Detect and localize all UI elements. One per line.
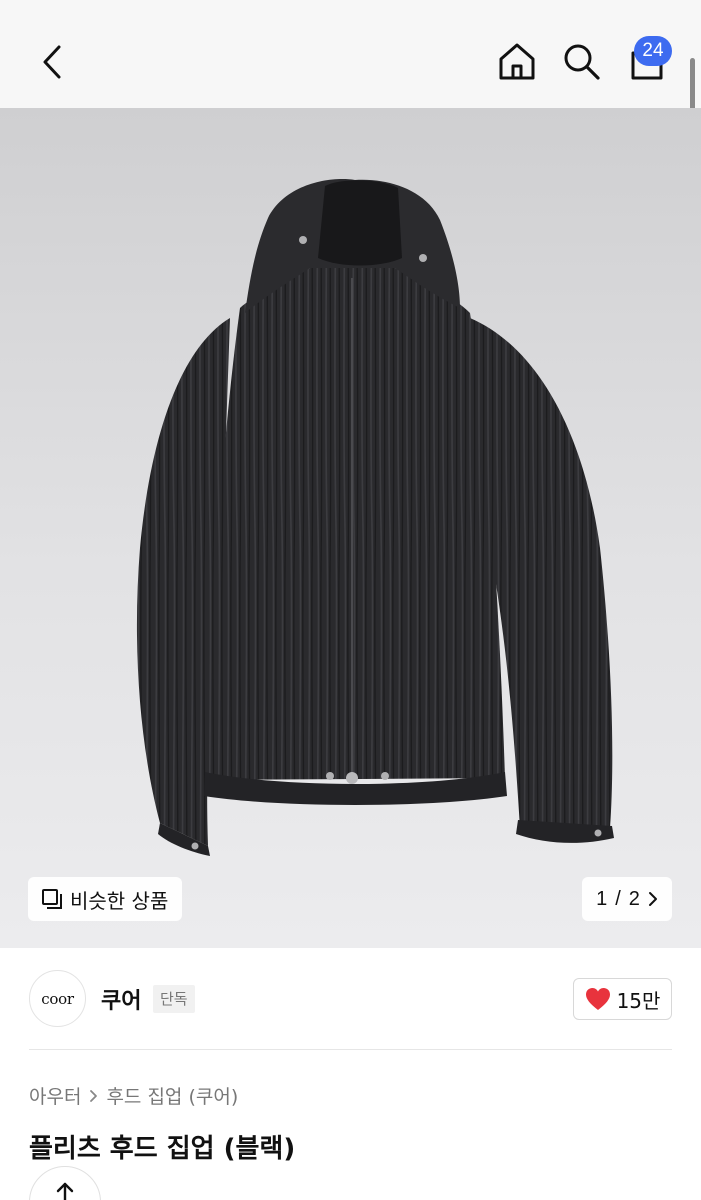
top-nav-bar: 24 xyxy=(0,0,701,108)
similar-items-icon xyxy=(42,889,62,909)
brand-logo-text: coor xyxy=(41,989,74,1008)
breadcrumb-category[interactable]: 아우터 xyxy=(29,1082,81,1109)
home-button[interactable] xyxy=(494,38,540,84)
chevron-right-icon xyxy=(648,892,657,906)
pager-total: 2 xyxy=(628,887,640,910)
pager-separator: / xyxy=(615,887,621,910)
product-title: 플리츠 후드 집업 (블랙) xyxy=(29,1134,296,1164)
search-button[interactable] xyxy=(558,38,604,84)
brand-row: coor 쿠어 단독 15만 xyxy=(0,948,701,1048)
like-count: 15만 xyxy=(616,988,661,1013)
pager-current: 1 xyxy=(596,887,608,910)
home-icon xyxy=(499,43,535,80)
heart-icon xyxy=(585,988,610,1010)
search-icon xyxy=(564,44,600,80)
image-pager[interactable]: 1 / 2 xyxy=(582,877,672,921)
brand-name[interactable]: 쿠어 xyxy=(101,983,141,1015)
similar-products-label: 비슷한 상품 xyxy=(70,888,169,913)
chevron-right-icon xyxy=(90,1089,98,1102)
like-button[interactable]: 15만 xyxy=(573,978,672,1020)
brand-logo[interactable]: coor xyxy=(29,970,86,1027)
section-divider xyxy=(29,1049,672,1050)
breadcrumb-subcategory[interactable]: 후드 집업 (쿠어) xyxy=(106,1082,238,1109)
breadcrumb: 아우터 후드 집업 (쿠어) xyxy=(29,1082,238,1109)
chevron-left-icon xyxy=(43,45,61,79)
exclusive-badge: 단독 xyxy=(153,985,195,1013)
similar-products-button[interactable]: 비슷한 상품 xyxy=(28,877,183,921)
share-button[interactable] xyxy=(29,1166,101,1200)
share-icon xyxy=(56,1182,74,1200)
cart-count-badge: 24 xyxy=(634,36,672,66)
product-image xyxy=(136,179,614,856)
back-button[interactable] xyxy=(32,40,72,84)
product-image-gallery[interactable]: 비슷한 상품 1 / 2 xyxy=(0,108,701,948)
